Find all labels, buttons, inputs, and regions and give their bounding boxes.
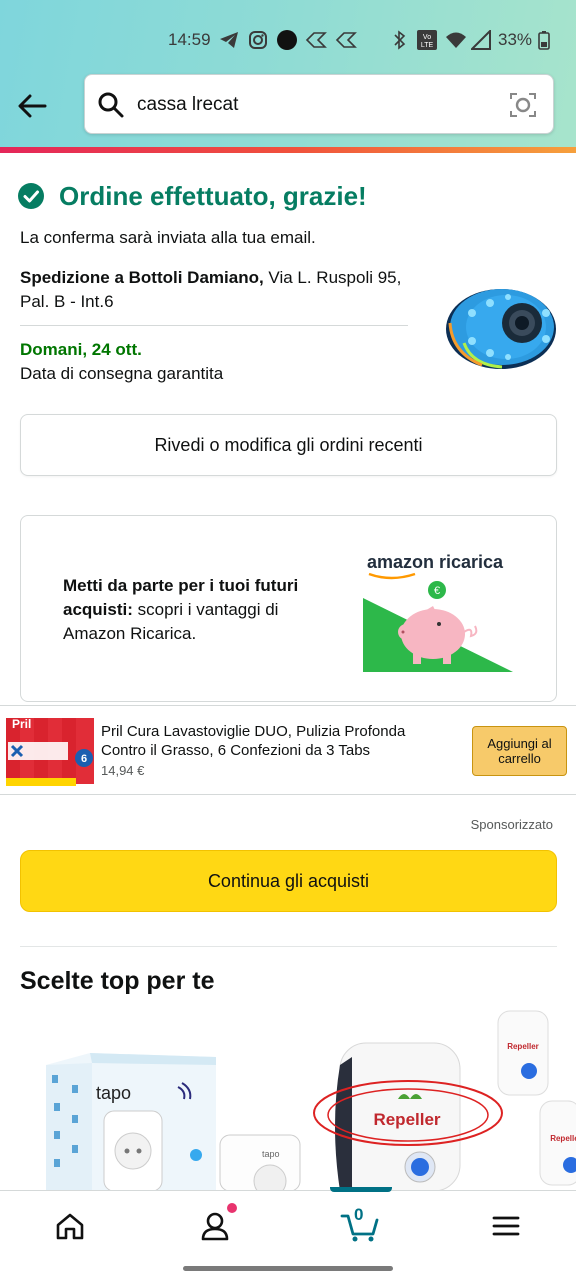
arrow-left-icon [18,94,47,118]
sponsored-product-brand: Pril [12,717,31,731]
sponsored-product-price: 14,94 € [101,763,145,778]
delivery-date: Domani, 24 ott. [20,340,142,359]
search-icon[interactable] [97,91,125,119]
delivery-guarantee-note: Data di consegna garantita [20,364,224,383]
svg-text:Repeller: Repeller [507,1042,539,1051]
review-orders-button[interactable]: Rivedi o modifica gli ordini recenti [20,414,557,476]
bluetooth-icon [390,28,410,52]
signal-icon [470,28,492,52]
ricarica-logo-text: amazon ricarica [367,552,504,572]
sponsored-product[interactable]: Pril 6 Pril Cura Lavastoviglie DUO, Puli… [0,705,576,795]
volte-icon: Vo LTE [416,28,438,52]
nav-menu[interactable] [466,1191,546,1261]
wifi-icon [444,28,468,52]
sponsored-label: Sponsorizzato [470,817,553,832]
top-picks-carousel[interactable]: tapo tapo Repeller Repeller Repeller [0,1005,576,1191]
account-notification-dot [227,1203,237,1213]
account-icon [201,1212,229,1241]
top-pick-repeller[interactable]: Repeller Repeller Repeller [313,1010,576,1191]
svg-text:€: € [434,585,440,597]
top-picks-title: Scelte top per te [20,967,215,995]
nav-cart[interactable] [320,1191,400,1261]
gesture-handle[interactable] [183,1266,393,1271]
home-icon [56,1213,84,1240]
telegram-icon [217,28,241,52]
top-pick-tapo[interactable]: tapo tapo [46,1053,301,1191]
continue-shopping-button[interactable]: Continua gli acquisti [20,850,557,912]
cart-count: 0 [354,1205,364,1224]
app-header: 14:59 Vo LTE 33% [0,0,576,147]
ordered-product-image[interactable] [442,283,560,371]
tapo-brand: tapo [96,1083,131,1103]
battery-icon [536,28,552,52]
divider [20,325,408,326]
diamond-icon [304,28,328,52]
svg-text:Repeller: Repeller [550,1134,576,1143]
shipping-address: Spedizione a Bottoli Damiano, Via L. Rus… [20,266,410,314]
amazon-ricarica-card[interactable]: Metti da parte per i tuoi futuri acquist… [20,515,557,702]
battery-percent: 33% [498,30,533,49]
ricarica-promo-text: Metti da parte per i tuoi futuri acquist… [63,574,343,646]
nav-account[interactable] [175,1191,255,1261]
status-time: 14:59 [168,30,211,49]
header-accent-strip [0,147,576,153]
instagram-icon [246,28,270,52]
check-circle-icon [18,183,44,209]
sponsored-product-title[interactable]: Pril Cura Lavastoviglie DUO, Pulizia Pro… [101,722,451,760]
repeller-brand: Repeller [373,1110,440,1129]
back-button[interactable] [12,86,52,126]
nav-home[interactable] [30,1191,110,1261]
circle-icon [275,28,299,52]
sponsored-product-image[interactable]: Pril 6 [4,712,96,790]
divider [20,946,557,947]
menu-icon [492,1216,520,1236]
email-confirmation-note: La conferma sarà inviata alla tua email. [20,228,316,247]
svg-text:tapo: tapo [262,1149,280,1159]
svg-text:Vo: Vo [423,34,431,41]
camera-search-icon[interactable] [509,91,537,119]
shipping-label: Spedizione a Bottoli Damiano, [20,268,264,287]
order-confirmed-title: Ordine effettuato, grazie! [59,181,367,211]
bottom-navigation: 0 [0,1187,576,1261]
search-bar[interactable] [84,74,554,134]
ricarica-illustration: amazon ricarica € [363,552,515,672]
svg-text:6: 6 [81,753,87,765]
svg-text:LTE: LTE [421,42,434,49]
status-bar: 14:59 Vo LTE 33% [0,24,576,56]
search-input[interactable] [137,87,497,123]
diamond-icon [334,28,358,52]
add-to-cart-button[interactable]: Aggiungi al carrello [472,726,567,776]
